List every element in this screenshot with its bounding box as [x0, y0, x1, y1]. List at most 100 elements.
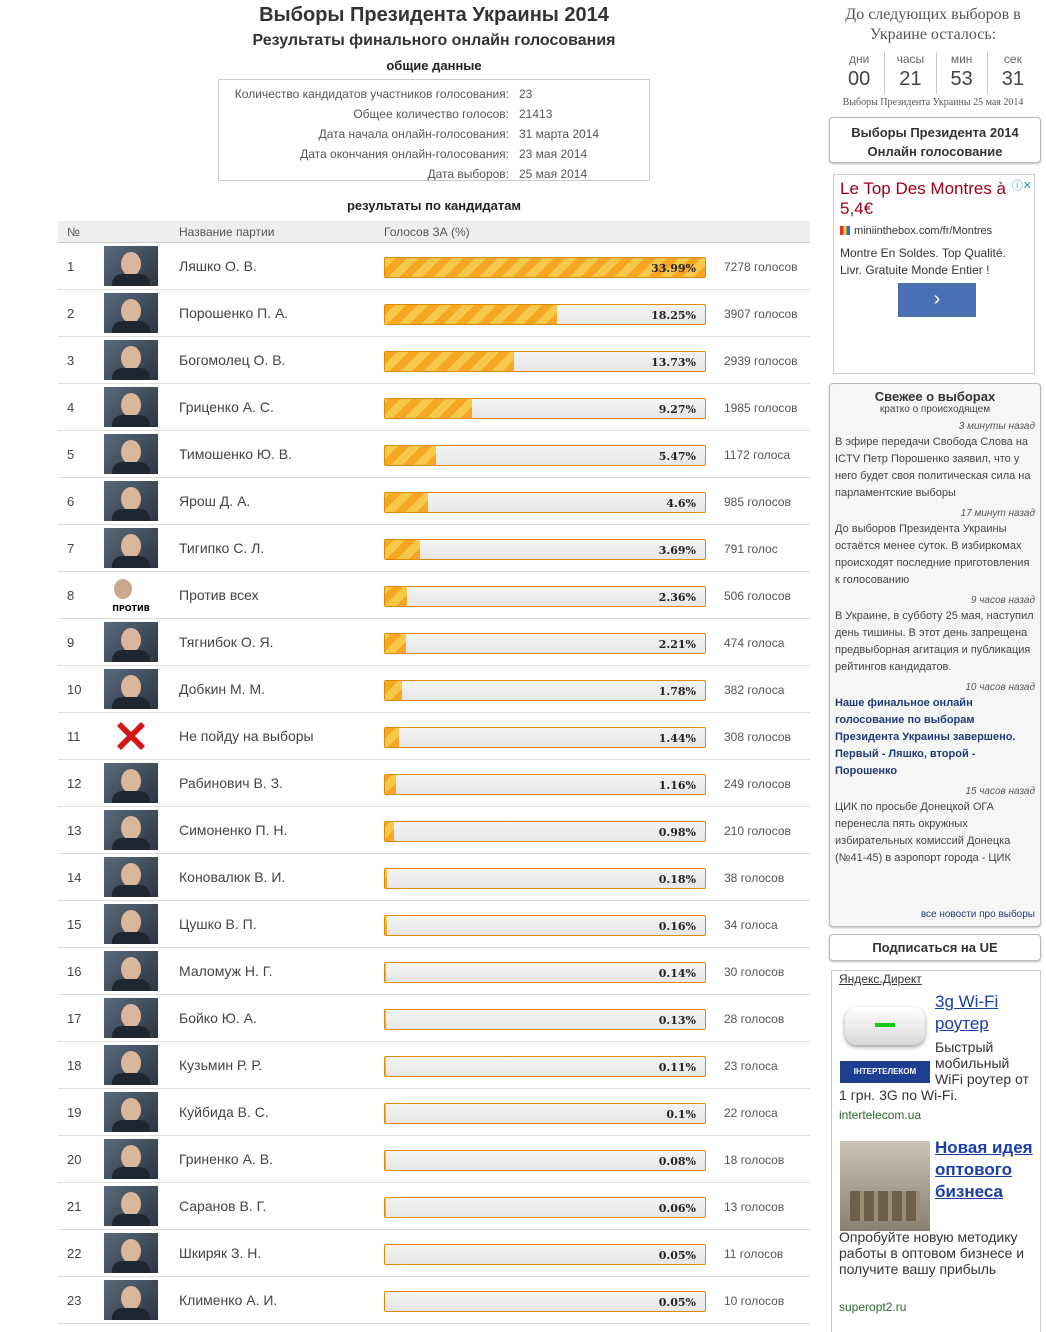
news-time: 3 минуты назад — [958, 421, 1035, 432]
table-row: 8 ПРОТИВ ВСЕХ Против всех 2.36% 506 голосов — [58, 572, 810, 619]
candidate-name: Ярош Д. А. — [179, 493, 251, 509]
news-item: 10 часов назад Наше финальное онлайн голо… — [830, 682, 1040, 780]
vote-percent-fill — [385, 681, 402, 700]
candidate-photo: ПРОТИВ ВСЕХ — [104, 575, 158, 615]
vote-percent-bar: 2.36% — [384, 586, 706, 607]
candidate-name: Коновалюк В. И. — [179, 869, 286, 885]
general-key: Дата окончания онлайн-голосования: — [300, 147, 509, 161]
vote-percent-label: 13.73% — [651, 356, 696, 369]
router-image[interactable] — [840, 997, 930, 1057]
all-news-link[interactable]: все новости про выборы — [921, 909, 1035, 920]
general-row: Количество кандидатов участников голосов… — [219, 84, 649, 104]
ad-url[interactable]: miniinthebox.com/fr/Montres — [840, 225, 992, 237]
ad1-text-cont: 1 грн. 3G по Wi-Fi. — [839, 1087, 958, 1103]
vote-count: 308 голосов — [724, 730, 791, 744]
vote-percent-bar: 4.6% — [384, 492, 706, 513]
col-votes-header: Голосов ЗА (%) — [384, 225, 470, 239]
vote-percent-label: 1.44% — [658, 732, 696, 745]
news-list: 3 минуты назад В эфире передачи Свобода С… — [830, 421, 1040, 867]
vote-count: 1172 голоса — [724, 448, 791, 462]
yandex-direct-label[interactable]: Яндекс.Директ — [839, 972, 922, 986]
row-number: 22 — [67, 1246, 82, 1261]
vote-percent-fill — [385, 869, 387, 888]
candidate-photo — [104, 293, 158, 333]
vote-percent-fill — [385, 916, 387, 935]
countdown-value: 53 — [950, 68, 973, 90]
news-title: Свежее о выборах — [874, 389, 996, 404]
row-number: 4 — [67, 400, 75, 415]
candidate-name: Не пойду на выборы — [179, 728, 314, 744]
news-text[interactable]: Наше финальное онлайн голосование по выб… — [835, 695, 1035, 780]
online-vote-button[interactable]: Выборы Президента 2014 Онлайн голосовани… — [829, 117, 1041, 163]
general-value: 23 мая 2014 — [519, 147, 588, 161]
vote-percent-bar: 0.08% — [384, 1150, 706, 1171]
vote-count: 30 голосов — [724, 965, 785, 979]
table-row: 5 Тимошенко Ю. В. 5.47% 1172 голоса — [58, 431, 810, 478]
vote-percent-bar: 0.05% — [384, 1291, 706, 1312]
row-number: 19 — [67, 1105, 82, 1120]
vote-percent-bar: 2.21% — [384, 633, 706, 654]
vote-percent-fill — [385, 1198, 386, 1217]
vote-count: 210 голосов — [724, 824, 791, 838]
vote-count: 38 голосов — [724, 871, 785, 885]
general-row: Общее количество голосов: 21413 — [219, 104, 649, 124]
general-key: Общее количество голосов: — [353, 107, 509, 121]
candidate-photo — [104, 1139, 158, 1179]
vote-count: 382 голоса — [724, 683, 785, 697]
yandex-direct-ads: Яндекс.Директ ІНТЕРТЕЛЕКОМ 3g Wi-Fi роут… — [831, 970, 1041, 1332]
row-number: 13 — [67, 823, 82, 838]
vote-percent-fill — [385, 775, 396, 794]
candidate-name: Гриценко А. С. — [179, 399, 274, 415]
ad-title[interactable]: Le Top Des Montres à 5,4€ — [840, 179, 1020, 219]
flag-icon — [840, 226, 850, 235]
candidate-name: Тигипко С. Л. — [179, 540, 265, 556]
vote-percent-label: 0.13% — [658, 1014, 696, 1027]
countdown-timer: дни 00 часы 21 мин 53 сек 31 — [834, 52, 1038, 94]
results-table-header: № Название партии Голосов ЗА (%) — [58, 221, 810, 243]
page-subtitle: Результаты финального онлайн голосования — [252, 32, 616, 49]
row-number: 12 — [67, 776, 82, 791]
against-caption: ПРОТИВ ВСЕХ — [104, 603, 158, 615]
candidate-photo — [104, 763, 158, 803]
table-row: 1 Ляшко О. В. 33.99% 7278 голосов — [58, 243, 810, 290]
warehouse-image[interactable] — [840, 1141, 930, 1231]
table-row: 4 Гриценко А. С. 9.27% 1985 голосов — [58, 384, 810, 431]
row-number: 10 — [67, 682, 82, 697]
subscribe-button[interactable]: Подписаться на UE — [829, 934, 1041, 961]
candidate-photo — [104, 481, 158, 521]
ad1-title-link[interactable]: 3g Wi-Fi роутер — [935, 991, 1035, 1035]
vote-count: 22 голоса — [724, 1106, 778, 1120]
row-number: 9 — [67, 635, 75, 650]
vote-percent-bar: 0.13% — [384, 1009, 706, 1030]
vote-percent-fill — [385, 822, 395, 841]
candidate-photo — [104, 951, 158, 991]
ad-close-icon[interactable]: ⓘ✕ — [1012, 177, 1032, 193]
vote-percent-fill — [385, 634, 406, 653]
vote-percent-label: 5.47% — [658, 450, 696, 463]
vote-percent-label: 18.25% — [651, 309, 696, 322]
table-row: 3 Богомолец О. В. 13.73% 2939 голосов — [58, 337, 810, 384]
news-time: 17 минут назад — [960, 508, 1035, 519]
candidate-name: Ляшко О. В. — [179, 258, 257, 274]
candidate-photo — [104, 1092, 158, 1132]
ad2-url[interactable]: superopt2.ru — [839, 1300, 906, 1314]
news-time: 15 часов назад — [965, 786, 1035, 797]
candidate-name: Кузьмин Р. Р. — [179, 1057, 262, 1073]
ad2-title-link[interactable]: Новая идея оптового бизнеса — [935, 1137, 1035, 1203]
ad-go-button[interactable]: › — [898, 283, 976, 317]
row-number: 15 — [67, 917, 82, 932]
ad1-url[interactable]: intertelecom.ua — [839, 1108, 921, 1122]
candidate-name: Маломуж Н. Г. — [179, 963, 273, 979]
general-row: Дата окончания онлайн-голосования: 23 мая… — [219, 144, 649, 164]
vote-count: 2939 голосов — [724, 354, 798, 368]
vote-percent-label: 3.69% — [658, 544, 696, 557]
row-number: 16 — [67, 964, 82, 979]
ad-banner[interactable]: Le Top Des Montres à 5,4€ ⓘ✕ miniinthebo… — [833, 174, 1035, 374]
countdown-unit: часы — [896, 52, 925, 66]
row-number: 14 — [67, 870, 82, 885]
vote-count: 10 голосов — [724, 1294, 785, 1308]
candidate-photo — [104, 528, 158, 568]
row-number: 2 — [67, 306, 75, 321]
vote-percent-bar: 0.05% — [384, 1244, 706, 1265]
vote-percent-fill — [385, 352, 515, 371]
